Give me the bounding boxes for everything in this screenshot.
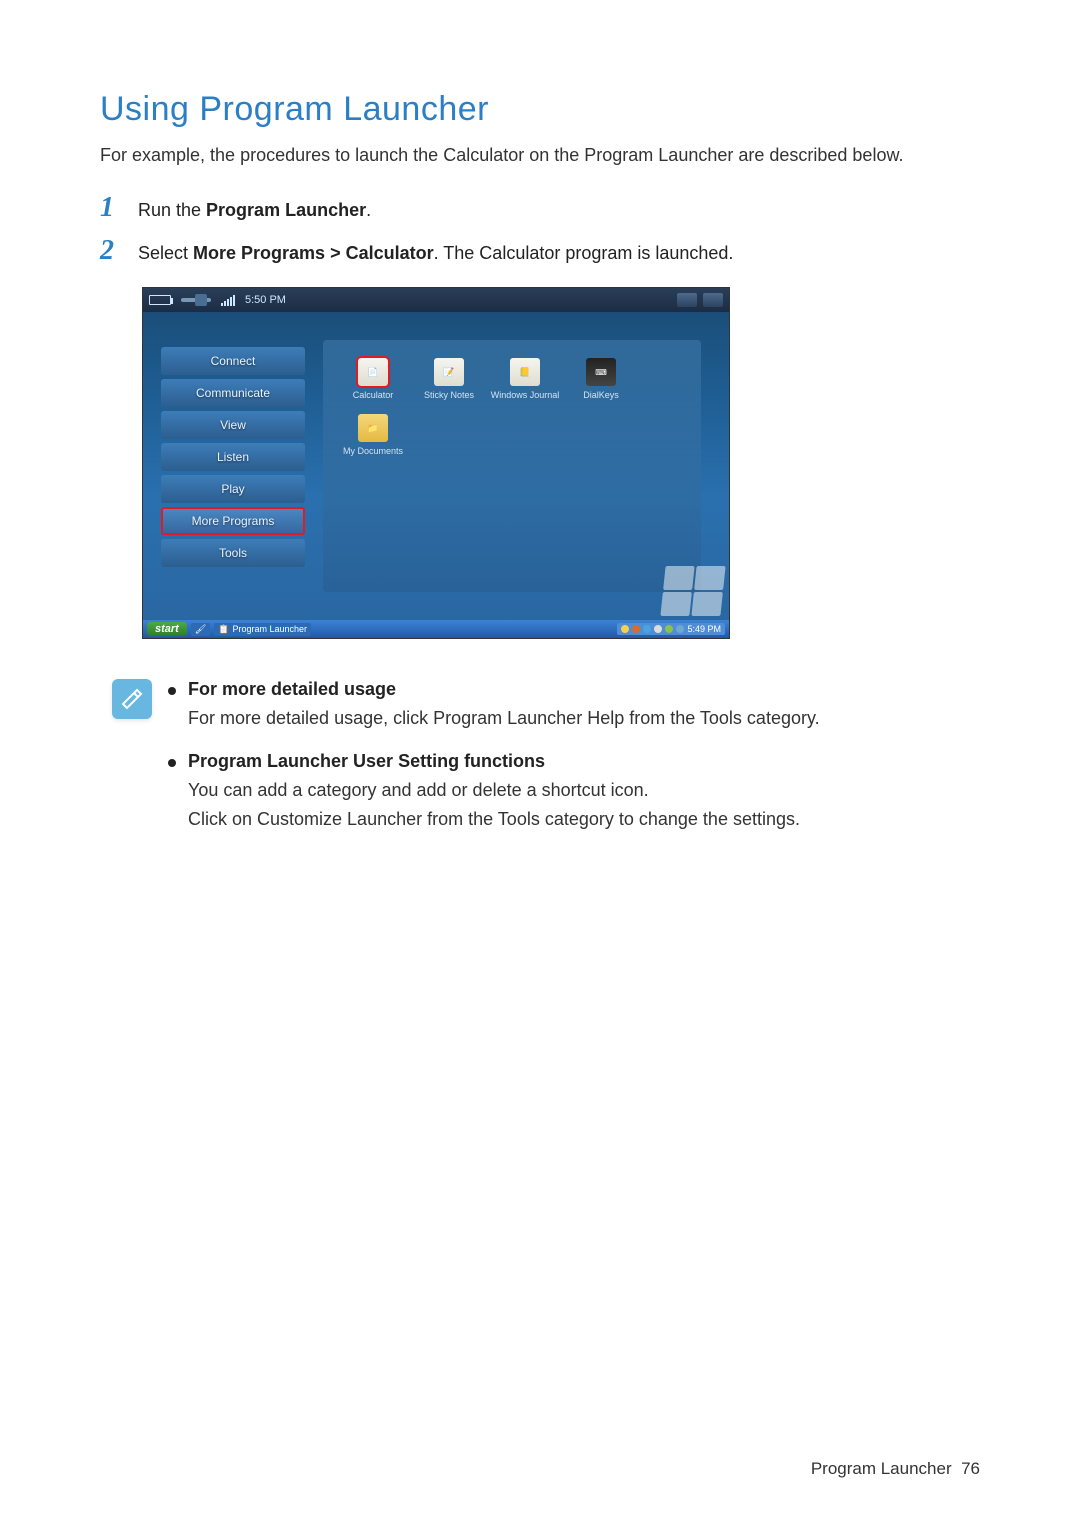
start-button[interactable]: start [147, 622, 187, 636]
intro-paragraph: For example, the procedures to launch th… [100, 141, 980, 170]
pencil-note-icon [112, 679, 152, 719]
step-number: 1 [100, 192, 138, 224]
step-text: Run the Program Launcher. [138, 196, 371, 225]
system-tray[interactable]: 5:49 PM [617, 623, 725, 635]
minimize-button[interactable] [677, 293, 697, 307]
titlebar: 5:50 PM [143, 288, 729, 312]
quick-launch-icon[interactable]: 🖌 [191, 623, 210, 636]
note-body: For more detailed usage, click Program L… [188, 704, 820, 733]
clock-text: 5:50 PM [245, 294, 286, 306]
app-label: DialKeys [583, 390, 619, 400]
app-label: Calculator [353, 390, 394, 400]
note-body: You can add a category and add or delete… [188, 776, 800, 834]
tray-icon[interactable] [676, 625, 684, 633]
app-label: Sticky Notes [424, 390, 474, 400]
tray-icon[interactable] [621, 625, 629, 633]
sidebar-item-more-programs[interactable]: More Programs [161, 507, 305, 535]
app-windows-journal[interactable]: 📒 Windows Journal [489, 358, 561, 410]
sidebar-item-connect[interactable]: Connect [161, 347, 305, 375]
sidebar-item-view[interactable]: View [161, 411, 305, 439]
document-icon: 📝 [434, 358, 464, 386]
bullet-icon [168, 687, 176, 695]
tray-clock: 5:49 PM [687, 624, 721, 634]
step-2: 2 Select More Programs > Calculator. The… [100, 235, 980, 268]
category-sidebar: Connect Communicate View Listen Play Mor… [143, 312, 323, 620]
note-heading: Program Launcher User Setting functions [188, 751, 800, 772]
tip-section: For more detailed usage For more detaile… [100, 679, 980, 851]
launcher-body: Connect Communicate View Listen Play Mor… [143, 312, 729, 620]
close-button[interactable] [703, 293, 723, 307]
taskbar: start 🖌 📋 Program Launcher 5:49 PM [143, 620, 729, 638]
page-footer: Program Launcher 76 [811, 1459, 980, 1479]
sidebar-item-tools[interactable]: Tools [161, 539, 305, 567]
app-label: Windows Journal [491, 390, 560, 400]
sidebar-item-communicate[interactable]: Communicate [161, 379, 305, 407]
app-calculator[interactable]: 📄 Calculator [337, 358, 409, 410]
tray-icon[interactable] [643, 625, 651, 633]
tray-icon[interactable] [632, 625, 640, 633]
page-title: Using Program Launcher [100, 90, 980, 129]
app-my-documents[interactable]: 📁 My Documents [337, 414, 409, 466]
battery-icon [149, 295, 171, 305]
keyboard-icon: ⌨ [586, 358, 616, 386]
step-text: Select More Programs > Calculator. The C… [138, 239, 733, 268]
document-icon: 📄 [358, 358, 388, 386]
launcher-grid: 📄 Calculator 📝 Sticky Notes 📒 Windows Jo… [323, 340, 701, 592]
tray-icon[interactable] [665, 625, 673, 633]
folder-icon: 📁 [358, 414, 388, 442]
document-icon: 📒 [510, 358, 540, 386]
note-heading: For more detailed usage [188, 679, 820, 700]
sidebar-item-play[interactable]: Play [161, 475, 305, 503]
signal-icon [221, 294, 235, 306]
step-number: 2 [100, 235, 138, 267]
program-launcher-screenshot: 5:50 PM Connect Communicate View Listen … [142, 287, 730, 639]
step-1: 1 Run the Program Launcher. [100, 192, 980, 225]
brightness-slider[interactable] [181, 298, 211, 302]
steps-list: 1 Run the Program Launcher. 2 Select Mor… [100, 192, 980, 268]
app-sticky-notes[interactable]: 📝 Sticky Notes [413, 358, 485, 410]
bullet-icon [168, 759, 176, 767]
taskbar-item-program-launcher[interactable]: 📋 Program Launcher [214, 623, 311, 636]
windows-logo-icon [660, 566, 725, 616]
note-user-settings: Program Launcher User Setting functions … [168, 751, 980, 834]
sidebar-item-listen[interactable]: Listen [161, 443, 305, 471]
note-detailed-usage: For more detailed usage For more detaile… [168, 679, 980, 733]
app-label: My Documents [343, 446, 403, 456]
tray-icon[interactable] [654, 625, 662, 633]
app-dialkeys[interactable]: ⌨ DialKeys [565, 358, 637, 410]
